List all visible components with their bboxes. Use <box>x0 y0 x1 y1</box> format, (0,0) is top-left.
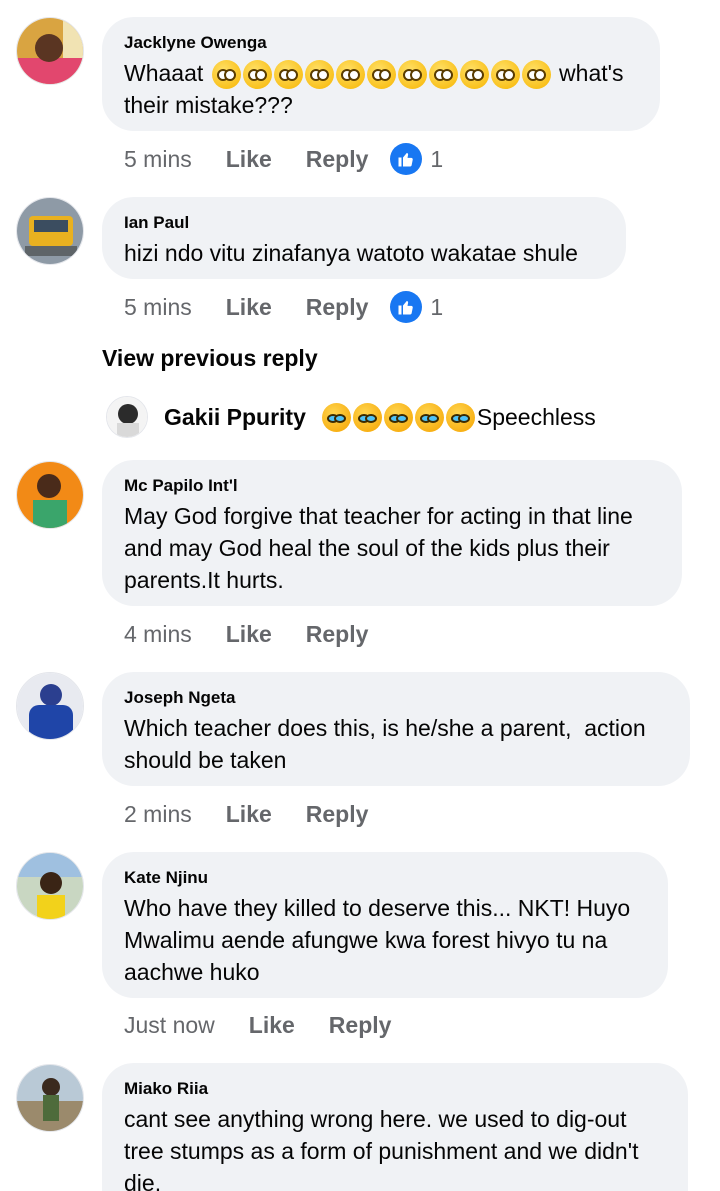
crying-face-emoji <box>321 402 475 432</box>
reply-text: Speechless <box>476 403 596 430</box>
like-button[interactable]: Like <box>226 801 272 828</box>
comment-time[interactable]: 4 mins <box>124 621 192 648</box>
reply-button[interactable]: Reply <box>306 146 369 173</box>
comment-time[interactable]: Just now <box>124 1012 215 1039</box>
reply-button[interactable]: Reply <box>306 621 369 648</box>
comment-text: hizi ndo vitu zinafanya watoto wakatae s… <box>124 240 578 266</box>
reply-button[interactable]: Reply <box>306 294 369 321</box>
comment-actions: 2 mins Like Reply <box>124 799 368 829</box>
comment-author[interactable]: Ian Paul <box>124 213 604 233</box>
comment-bubble: Joseph Ngeta Which teacher does this, is… <box>102 672 690 786</box>
comment-text: Which teacher does this, is he/she a par… <box>124 715 646 773</box>
comment-text: cant see anything wrong here. we used to… <box>124 1106 639 1191</box>
comment-author[interactable]: Joseph Ngeta <box>124 688 668 708</box>
avatar[interactable] <box>16 197 84 265</box>
flushed-face-emoji <box>211 60 551 90</box>
like-button[interactable]: Like <box>226 621 272 648</box>
reply-preview[interactable]: Gakii Ppurity Speechless <box>106 396 596 438</box>
comment-text: Whaaat what's their mistake??? <box>124 60 624 119</box>
comment-actions: 5 mins Like Reply 1 <box>124 291 443 323</box>
reply-button[interactable]: Reply <box>306 801 369 828</box>
comment-author[interactable]: Kate Njinu <box>124 868 646 888</box>
comment-bubble: Miako Riia cant see anything wrong here.… <box>102 1063 688 1191</box>
comment-actions: 5 mins Like Reply 1 <box>124 143 443 175</box>
comment-time[interactable]: 5 mins <box>124 294 192 321</box>
comment-author[interactable]: Mc Papilo Int'l <box>124 476 660 496</box>
reply-author: Gakii Ppurity <box>164 403 306 430</box>
avatar <box>106 396 148 438</box>
like-button[interactable]: Like <box>226 294 272 321</box>
like-button[interactable]: Like <box>226 146 272 173</box>
comment-author[interactable]: Miako Riia <box>124 1079 666 1099</box>
comment-text: May God forgive that teacher for acting … <box>124 503 633 593</box>
reaction-count[interactable]: 1 <box>390 291 443 323</box>
reply-button[interactable]: Reply <box>329 1012 392 1039</box>
comment-text: Who have they killed to deserve this... … <box>124 895 631 985</box>
view-previous-reply-link[interactable]: View previous reply <box>102 345 318 372</box>
comment-time[interactable]: 5 mins <box>124 146 192 173</box>
comment-bubble: Mc Papilo Int'l May God forgive that tea… <box>102 460 682 606</box>
avatar[interactable] <box>16 672 84 740</box>
reaction-count[interactable]: 1 <box>390 143 443 175</box>
comment-time[interactable]: 2 mins <box>124 801 192 828</box>
comment-author[interactable]: Jacklyne Owenga <box>124 33 638 53</box>
comment-bubble: Jacklyne Owenga Whaaat what's their mist… <box>102 17 660 131</box>
comment-actions: Just now Like Reply <box>124 1010 391 1040</box>
comment-actions: 4 mins Like Reply <box>124 619 368 649</box>
avatar[interactable] <box>16 461 84 529</box>
comment-bubble: Kate Njinu Who have they killed to deser… <box>102 852 668 998</box>
avatar[interactable] <box>16 852 84 920</box>
comment-bubble: Ian Paul hizi ndo vitu zinafanya watoto … <box>102 197 626 279</box>
like-button[interactable]: Like <box>249 1012 295 1039</box>
like-reaction-icon <box>390 143 423 175</box>
avatar[interactable] <box>16 1064 84 1132</box>
avatar[interactable] <box>16 17 84 85</box>
like-reaction-icon <box>390 291 423 323</box>
